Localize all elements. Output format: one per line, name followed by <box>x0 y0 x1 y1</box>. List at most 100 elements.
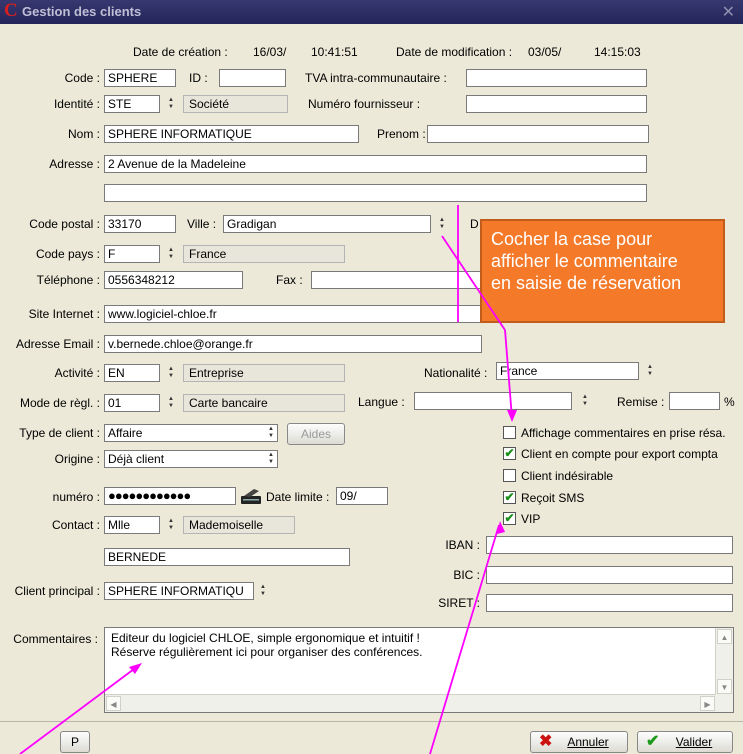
client-principal-select[interactable]: SPHERE INFORMATIQU <box>104 582 254 600</box>
telephone-label: Téléphone : <box>36 273 100 287</box>
code-pays-label: Code pays : <box>35 247 100 261</box>
date-limite-label: Date limite : <box>266 490 330 504</box>
vip-checkbox[interactable]: ✔ <box>503 512 516 525</box>
creation-label: Date de création : <box>133 45 228 59</box>
vertical-scrollbar[interactable]: ▲ ▼ <box>715 628 733 712</box>
activite-select[interactable]: EN <box>104 364 160 382</box>
code-postal-field[interactable]: 33170 <box>104 215 176 233</box>
langue-spinner-icon[interactable] <box>578 393 592 409</box>
tva-field[interactable] <box>466 69 647 87</box>
contact-spinner-icon[interactable] <box>164 517 178 533</box>
client-indesirable-label: Client indésirable <box>521 469 614 483</box>
commentaire-line-2: Réserve régulièrement ici pour organiser… <box>111 645 423 659</box>
callout-line-2: afficher le commentaire <box>491 251 678 271</box>
annuler-icon: ✖ <box>539 733 553 750</box>
code-field[interactable]: SPHERE <box>104 69 176 87</box>
type-client-select[interactable]: Affaire <box>104 424 278 442</box>
nationalite-spinner-icon[interactable] <box>643 363 657 379</box>
help-callout: Cocher la case pour afficher le commenta… <box>480 219 725 323</box>
remise-label: Remise : <box>617 395 665 409</box>
reglement-description: Carte bancaire <box>183 394 345 412</box>
annuler-button[interactable]: ✖ Annuler <box>530 731 628 753</box>
recoit-sms-checkbox[interactable]: ✔ <box>503 491 516 504</box>
date-limite-field[interactable]: 09/ <box>336 487 388 505</box>
reglement-spinner-icon[interactable] <box>164 395 178 411</box>
email-label: Adresse Email : <box>15 337 100 351</box>
fournisseur-field[interactable] <box>466 95 647 113</box>
commentaire-line-1: Editeur du logiciel CHLOE, simple ergono… <box>111 631 420 645</box>
commentaires-label: Commentaires : <box>13 632 98 646</box>
activite-spinner-icon[interactable] <box>164 365 178 381</box>
client-indesirable-checkbox[interactable] <box>503 469 516 482</box>
commentaires-textarea[interactable]: Editeur du logiciel CHLOE, simple ergono… <box>104 627 734 713</box>
client-compta-checkbox[interactable]: ✔ <box>503 447 516 460</box>
ville-label: Ville : <box>187 217 217 231</box>
adresse-line2-field[interactable] <box>104 184 647 202</box>
code-pays-spinner-icon[interactable] <box>164 246 178 262</box>
telephone-field[interactable]: 0556348212 <box>104 271 243 289</box>
numero-field[interactable]: ●●●●●●●●●●●● <box>104 487 236 505</box>
id-label: ID : <box>189 71 208 85</box>
scroll-up-icon[interactable]: ▲ <box>717 629 732 644</box>
close-icon[interactable]: ✕ <box>722 2 735 22</box>
card-swipe-icon[interactable] <box>240 486 262 506</box>
fax-field[interactable] <box>311 271 481 289</box>
contact-label: Contact : <box>51 518 100 532</box>
numero-label: numéro : <box>52 490 100 504</box>
horizontal-scrollbar[interactable]: ◀ ▶ <box>105 694 716 712</box>
valider-button[interactable]: ✔ Valider <box>637 731 733 753</box>
site-label: Site Internet : <box>28 307 100 321</box>
scroll-left-icon[interactable]: ◀ <box>106 696 121 711</box>
nom-label: Nom : <box>67 127 100 141</box>
prenom-field[interactable] <box>427 125 649 143</box>
email-field[interactable]: v.bernede.chloe@orange.fr <box>104 335 482 353</box>
iban-field[interactable] <box>486 536 733 554</box>
siret-field[interactable] <box>486 594 733 612</box>
app-logo: C <box>4 0 18 21</box>
nationalite-select[interactable]: France <box>496 362 639 380</box>
affichage-commentaires-label: Affichage commentaires en prise résa. <box>521 426 726 440</box>
recoit-sms-label: Reçoit SMS <box>521 491 585 505</box>
identite-spinner-icon[interactable] <box>164 96 178 112</box>
footer-divider <box>0 721 743 722</box>
code-pays-description: France <box>183 245 345 263</box>
adresse-line1-field[interactable]: 2 Avenue de la Madeleine <box>104 155 647 173</box>
modification-date: 03/05/ <box>528 45 562 59</box>
client-principal-spinner-icon[interactable] <box>256 583 270 599</box>
valider-icon: ✔ <box>646 733 660 750</box>
callout-line-1: Cocher la case pour <box>491 229 653 249</box>
langue-select[interactable] <box>414 392 572 410</box>
langue-label: Langue : <box>358 395 405 409</box>
identite-select[interactable]: STE <box>104 95 160 113</box>
nom-field[interactable]: SPHERE INFORMATIQUE <box>104 125 359 143</box>
contact-name-field[interactable]: BERNEDE <box>104 548 350 566</box>
origine-select[interactable]: Déjà client <box>104 450 278 468</box>
origine-spinner-icon[interactable] <box>264 451 278 467</box>
annuler-label: Annuler <box>567 735 609 749</box>
type-client-label: Type de client : <box>19 426 100 440</box>
contact-select[interactable]: Mlle <box>104 516 160 534</box>
client-principal-label: Client principal : <box>14 584 100 598</box>
p-button[interactable]: P <box>60 731 90 753</box>
modification-label: Date de modification : <box>396 45 513 59</box>
scroll-right-icon[interactable]: ▶ <box>700 696 715 711</box>
code-label: Code : <box>64 71 100 85</box>
site-field[interactable]: www.logiciel-chloe.fr <box>104 305 482 323</box>
identite-description: Société <box>183 95 288 113</box>
ville-spinner-icon[interactable] <box>435 216 449 232</box>
nationalite-label: Nationalité : <box>424 366 488 380</box>
ville-field[interactable]: Gradigan <box>223 215 431 233</box>
scroll-down-icon[interactable]: ▼ <box>717 679 732 694</box>
bic-field[interactable] <box>486 566 733 584</box>
valider-label: Valider <box>675 735 713 749</box>
code-pays-select[interactable]: F <box>104 245 160 263</box>
contact-description: Mademoiselle <box>183 516 295 534</box>
type-client-spinner-icon[interactable] <box>264 425 278 441</box>
activite-label: Activité : <box>54 366 100 380</box>
reglement-select[interactable]: 01 <box>104 394 160 412</box>
id-field[interactable] <box>219 69 286 87</box>
aides-button[interactable]: Aides <box>287 423 345 445</box>
affichage-commentaires-checkbox[interactable] <box>503 426 516 439</box>
bic-label: BIC : <box>453 568 480 582</box>
remise-field[interactable] <box>669 392 720 410</box>
